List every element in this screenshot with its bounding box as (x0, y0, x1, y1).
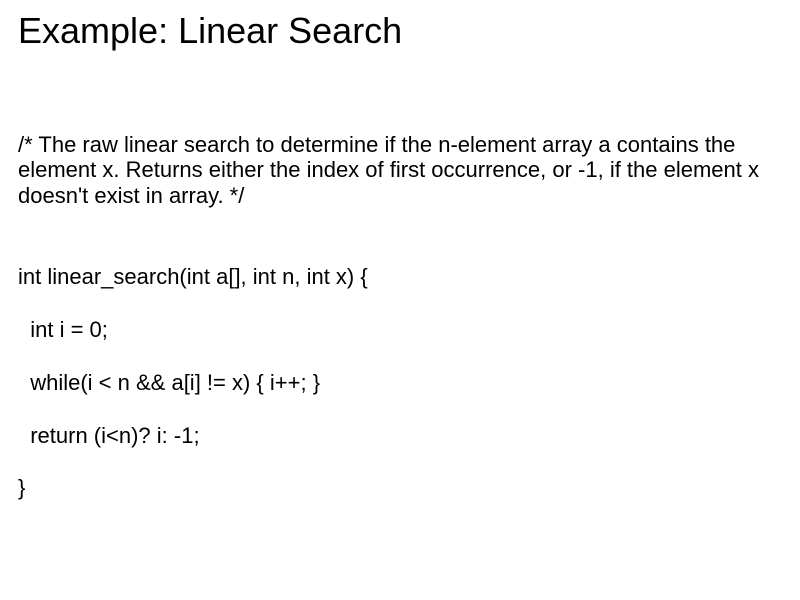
code-block: int linear_search(int a[], int n, int x)… (18, 238, 782, 528)
code-comment: /* The raw linear search to determine if… (18, 132, 782, 208)
code-line: int linear_search(int a[], int n, int x)… (18, 264, 782, 290)
code-line: while(i < n && a[i] != x) { i++; } (18, 370, 782, 396)
code-line: return (i<n)? i: -1; (18, 423, 782, 449)
code-line: } (18, 475, 782, 501)
slide-title: Example: Linear Search (18, 10, 782, 52)
code-line: int i = 0; (18, 317, 782, 343)
